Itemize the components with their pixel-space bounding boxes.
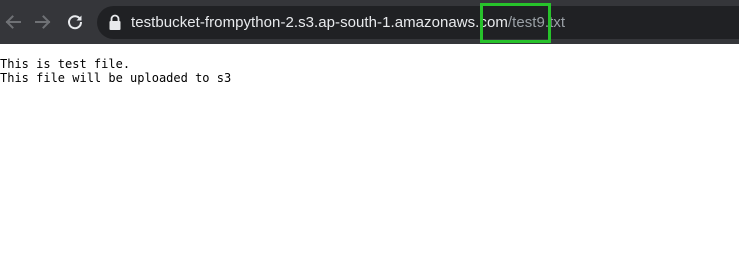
- arrow-right-icon: [35, 15, 51, 29]
- address-bar[interactable]: testbucket-frompython-2.s3.ap-south-1.am…: [97, 6, 739, 39]
- content-line-2: This file will be uploaded to s3: [0, 71, 232, 85]
- url-path: /test9.txt: [507, 14, 566, 31]
- file-content: This is test file. This file will be uplo…: [0, 57, 231, 85]
- lock-icon: [109, 14, 121, 30]
- url-host: testbucket-frompython-2.s3.ap-south-1.am…: [131, 14, 508, 31]
- reload-icon: [68, 15, 83, 30]
- arrow-left-icon: [5, 15, 21, 29]
- content-line-1: This is test file.: [0, 57, 131, 71]
- url-text[interactable]: testbucket-frompython-2.s3.ap-south-1.am…: [131, 6, 565, 39]
- reload-button[interactable]: [62, 9, 88, 35]
- forward-button[interactable]: [30, 9, 56, 35]
- back-button[interactable]: [0, 9, 26, 35]
- browser-toolbar: testbucket-frompython-2.s3.ap-south-1.am…: [0, 0, 739, 44]
